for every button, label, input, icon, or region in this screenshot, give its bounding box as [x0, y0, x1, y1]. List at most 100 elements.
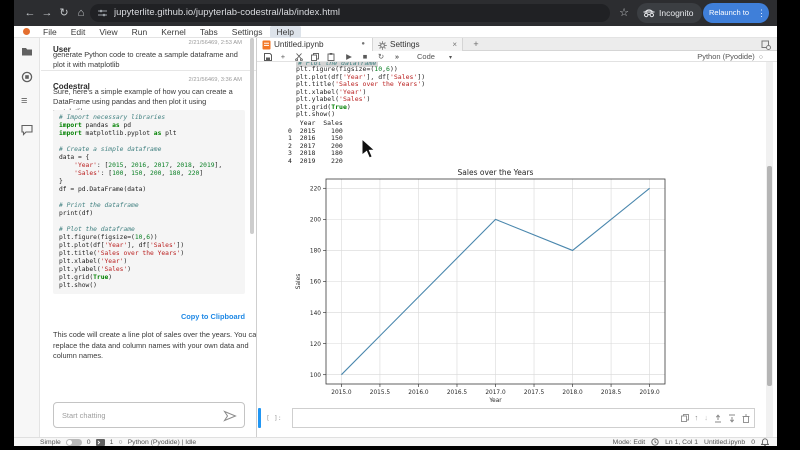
cursor-position[interactable]: Ln 1, Col 1	[665, 439, 698, 446]
chat-scrollbar[interactable]	[250, 38, 254, 234]
mode-indicator[interactable]: Mode: Edit	[613, 439, 646, 446]
file-browser-icon[interactable]	[21, 46, 33, 57]
menu-item-tabs[interactable]: Tabs	[193, 26, 225, 38]
insert-cell-above-icon[interactable]	[714, 414, 722, 423]
delete-cell-icon[interactable]	[742, 414, 750, 423]
browser-menu-icon[interactable]: ⋮	[757, 3, 766, 23]
copy-to-clipboard-button[interactable]: Copy to Clipboard	[181, 312, 245, 321]
dock-tabbar: Untitled.ipynb ●	[257, 38, 777, 51]
menu-item-settings[interactable]: Settings	[225, 26, 270, 38]
gear-icon	[378, 41, 387, 50]
kernel-status-text[interactable]: Python (Pyodide) | Idle	[128, 439, 197, 446]
duplicate-cell-icon[interactable]	[681, 414, 689, 422]
code-line: plt.xlabel('Year')	[59, 258, 245, 266]
code-line: 'Sales': [100, 150, 200, 180, 220]	[59, 170, 245, 178]
code-line: }	[59, 178, 245, 186]
menu-item-help[interactable]: Help	[270, 26, 301, 38]
tab-label: Untitled.ipynb	[274, 38, 324, 51]
matplotlib-figure: 2015.02015.52016.02016.52017.02017.52018…	[278, 167, 763, 405]
chat-input[interactable]	[62, 403, 212, 427]
simple-mode-toggle[interactable]	[66, 439, 82, 446]
left-sidebar: ≡	[14, 38, 40, 437]
forward-icon[interactable]: →	[39, 0, 55, 26]
code-cell-editor[interactable]: plt.figure(figsize=(10,6))plt.plot(df['Y…	[296, 66, 425, 119]
run-cell-icon[interactable]: ▶	[343, 51, 355, 62]
kernels-icon[interactable]: ○	[118, 439, 122, 446]
menu-item-run[interactable]: Run	[125, 26, 155, 38]
notifications-count: 0	[751, 439, 755, 446]
home-icon[interactable]: ⌂	[73, 0, 89, 26]
move-cell-up-icon[interactable]: ↑	[695, 411, 699, 425]
incognito-icon	[643, 8, 655, 18]
menu-item-view[interactable]: View	[92, 26, 124, 38]
notebook-scrollbar[interactable]	[766, 62, 773, 437]
cell-prompt: [ ]:	[266, 414, 282, 422]
menu-item-edit[interactable]: Edit	[64, 26, 93, 38]
save-icon[interactable]	[264, 53, 272, 61]
svg-text:120: 120	[310, 342, 321, 348]
message-divider	[41, 70, 256, 71]
scrollbar-thumb[interactable]	[767, 166, 772, 386]
svg-text:200: 200	[310, 218, 321, 224]
relaunch-to-update-button[interactable]: Relaunch to update ⋮	[703, 3, 769, 23]
add-cell-icon[interactable]: +	[277, 51, 289, 62]
chat-panel: User 2/21/56469, 2:53 AM generate Python…	[41, 38, 256, 437]
cut-icon[interactable]	[295, 53, 303, 61]
screenshot-root: ← → ↻ ⌂ jupyterlite.github.io/jupyterlab…	[0, 0, 800, 450]
cell-toolbar: ↑ ↓	[681, 411, 751, 425]
run-all-icon[interactable]: »	[391, 51, 403, 62]
menu-item-kernel[interactable]: Kernel	[154, 26, 193, 38]
code-line	[59, 194, 245, 202]
terminal-icon[interactable]	[96, 439, 105, 446]
cell-input[interactable]: ↑ ↓	[292, 408, 755, 428]
move-cell-down-icon[interactable]: ↓	[704, 411, 708, 425]
mouse-cursor	[361, 138, 377, 160]
statusbar-filename: Untitled.ipynb	[704, 439, 745, 446]
chat-code-block: # Import necessary librariesimport panda…	[53, 110, 245, 294]
code-line: import matplotlib.pyplot as plt	[59, 130, 245, 138]
bell-icon[interactable]	[761, 438, 769, 447]
svg-text:2019.0: 2019.0	[639, 390, 660, 396]
terminals-count: 0	[87, 439, 91, 446]
code-line: data = {	[59, 154, 245, 162]
svg-text:2016.5: 2016.5	[447, 390, 468, 396]
menu-items: FileEditViewRunKernelTabsSettingsHelp	[36, 26, 301, 38]
url-bar[interactable]: jupyterlite.github.io/jupyterlab-codestr…	[90, 4, 610, 22]
back-icon[interactable]: ←	[22, 0, 38, 26]
code-line: plt.show()	[59, 282, 245, 290]
insert-cell-below-icon[interactable]	[728, 414, 736, 423]
main-area: ≡ User 2/21/56469, 2:53 AM generate Pyth…	[14, 38, 777, 437]
menu-item-file[interactable]: File	[36, 26, 64, 38]
close-tab-icon[interactable]: ×	[452, 38, 457, 51]
restart-kernel-icon[interactable]: ↻	[375, 51, 387, 62]
svg-text:2017.5: 2017.5	[524, 390, 545, 396]
send-icon[interactable]	[223, 410, 237, 422]
svg-text:Year: Year	[488, 398, 502, 404]
statusbar-left: Simple 0 1 ○ Python (Pyodide) | Idle	[40, 438, 196, 446]
stop-kernel-icon[interactable]: ■	[359, 51, 371, 62]
notebook-content[interactable]: # Plot the dataframe plt.figure(figsize=…	[257, 62, 777, 437]
code-line: print(df)	[59, 210, 245, 218]
active-cell-indicator	[258, 408, 261, 428]
chat-panel-icon[interactable]	[21, 124, 33, 136]
tab-options-icon[interactable]	[761, 40, 771, 50]
tab-untitled-ipynb[interactable]: Untitled.ipynb ●	[257, 38, 373, 51]
svg-text:2015.0: 2015.0	[331, 390, 352, 396]
bookmark-star-icon[interactable]: ☆	[616, 0, 632, 26]
tab-settings[interactable]: Settings ×	[373, 38, 463, 51]
user-message-header: User 2/21/56469, 2:53 AM	[53, 39, 242, 49]
table-of-contents-icon[interactable]: ≡	[21, 95, 27, 107]
notebook-file-icon	[262, 40, 271, 50]
reload-icon[interactable]: ↻	[56, 0, 72, 26]
notebook-toolbar: + ▶ ■ ↻	[257, 51, 777, 62]
paste-icon[interactable]	[327, 53, 335, 61]
code-line: plt.ylabel('Sales')	[59, 266, 245, 274]
assistant-outro-text: This code will create a line plot of sal…	[53, 330, 239, 362]
copy-icon[interactable]	[311, 53, 319, 61]
running-kernels-icon[interactable]	[21, 71, 33, 83]
unsaved-dot-icon[interactable]: ●	[361, 38, 365, 51]
new-tab-icon[interactable]: +	[469, 38, 483, 51]
status-bar: Simple 0 1 ○ Python (Pyodide) | Idle Mod…	[14, 437, 777, 446]
incognito-badge: Incognito	[637, 3, 702, 23]
site-info-icon[interactable]	[97, 8, 108, 18]
